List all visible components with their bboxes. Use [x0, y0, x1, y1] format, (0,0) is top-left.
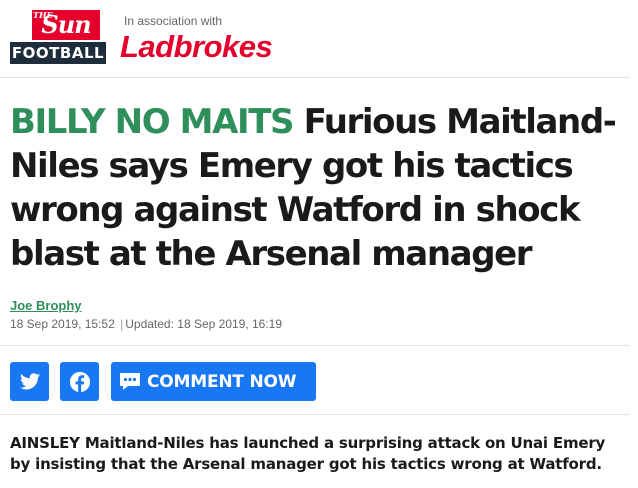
twitter-share-button[interactable]: [10, 362, 49, 401]
updated-date: Updated: 18 Sep 2019, 16:19: [125, 317, 283, 331]
header-divider: [0, 77, 630, 78]
comment-now-button[interactable]: COMMENT NOW: [111, 362, 316, 401]
sun-football-logo[interactable]: THE Sun FOOTBALL: [10, 10, 106, 64]
share-divider: [0, 414, 630, 415]
comment-icon: [119, 372, 141, 392]
site-header: THE Sun FOOTBALL In association with Lad…: [0, 0, 638, 77]
twitter-icon: [19, 373, 40, 390]
facebook-icon: [69, 371, 91, 393]
article-lede: AINSLEY Maitland-Niles has launched a su…: [10, 434, 606, 473]
author-link[interactable]: Joe Brophy: [10, 298, 82, 313]
published-date: 18 Sep 2019, 15:52: [10, 317, 115, 331]
comment-now-label: COMMENT NOW: [147, 371, 297, 392]
article-headline: BILLY NO MAITS Furious Maitland-Niles sa…: [10, 100, 625, 276]
football-section-label: FOOTBALL: [10, 42, 106, 64]
sun-logo-badge: THE Sun: [32, 10, 100, 40]
sponsor-association-text: In association with: [124, 14, 223, 28]
headline-kicker: BILLY NO MAITS: [10, 102, 295, 142]
facebook-share-button[interactable]: [60, 362, 99, 401]
byline-divider: [0, 345, 630, 346]
article-dates: 18 Sep 2019, 15:52 | Updated: 18 Sep 2019…: [10, 317, 282, 331]
sun-logo-the: THE: [33, 10, 53, 20]
ladbrokes-logo[interactable]: Ladbrokes: [120, 30, 273, 64]
